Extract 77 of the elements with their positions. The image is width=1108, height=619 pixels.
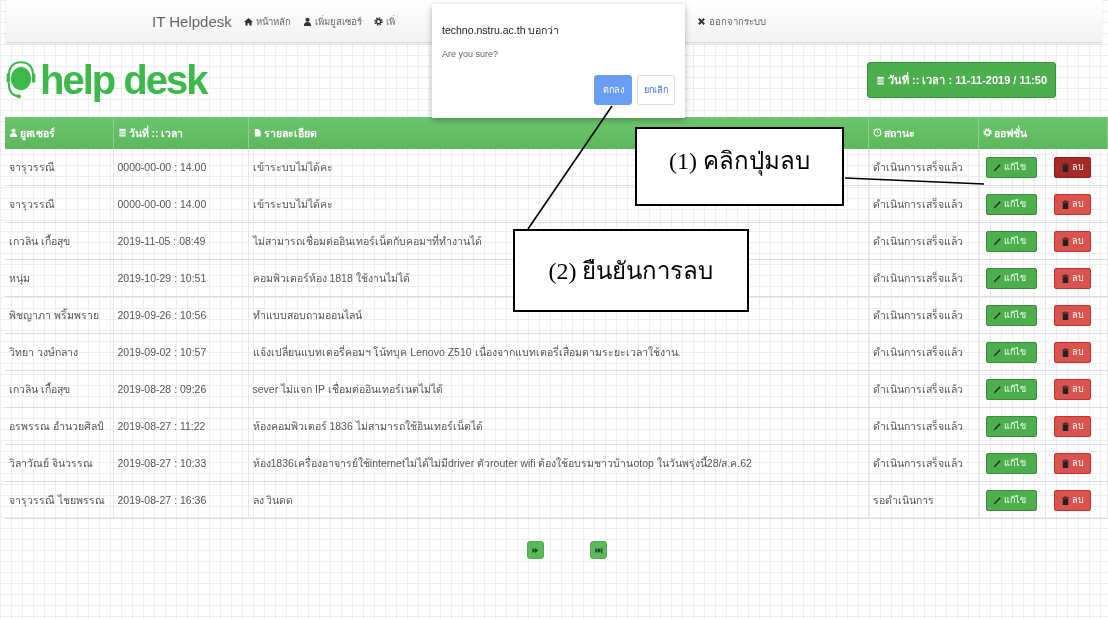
column-header: ยูสเซอร์ <box>5 117 113 149</box>
table-cell: 2019-09-26 : 10:56 <box>117 309 207 321</box>
edit-button[interactable]: แก้ไข <box>986 156 1037 178</box>
table-cell: ห้องคอมพิวเตอร์ 1836 ไม่สามารถใช้อินเทอร์เน็ตได้ <box>252 419 483 432</box>
edit-button[interactable]: แก้ไข <box>986 341 1037 363</box>
delete-button[interactable]: ลบ <box>1053 378 1091 400</box>
table-cell: วิทยา วงษ์กลาง <box>9 345 78 358</box>
table-cell: วิลาวัณย์ จินวรรณ <box>9 456 93 469</box>
nav-link[interactable]: เพิ่มยูสเซอร์ <box>302 13 362 29</box>
table-cell: หนุ่ม <box>9 271 30 284</box>
table-cell: 2019-08-28 : 09:26 <box>117 383 207 395</box>
table-cell: ไม่สามารถเชื่อมต่ออินเทอร์เน็ตกับคอมฯที่ทำงานได้ <box>252 234 482 247</box>
delete-button[interactable]: ลบ <box>1053 156 1091 178</box>
table-cell: ห้อง1836เครื่องอาจารย์ใช้internetไม่ได้ไม่มีdriver ตัวrouter wifi ต้องใช้อบรมชาวบ้านotop ในวันพรุ่งนี้28/ส.ค.62 <box>252 456 752 469</box>
status-text: ดำเนินการเสร็จแล้ว <box>872 345 963 358</box>
edit-button[interactable]: แก้ไข <box>986 304 1037 326</box>
callout-box: (1) คลิกปุ่มลบ <box>635 127 844 206</box>
cancel-button[interactable]: ยกเลิก <box>637 75 675 105</box>
column-header: ออฟชั่น <box>978 117 1108 149</box>
table-cell: จารุวรรณี <box>9 160 55 173</box>
table-cell: เกวลิน เกื้อสุข <box>9 234 70 247</box>
callout-box: (2) ยืนยันการลบ <box>513 229 749 312</box>
table-cell: ลง วินดด <box>252 493 294 506</box>
status-text: ดำเนินการเสร็จแล้ว <box>872 419 963 432</box>
table-cell: 2019-11-05 : 08:49 <box>117 235 206 247</box>
table-cell: ทำแบบสอบถามออนไลน์ <box>252 308 362 321</box>
table-cell: เกวลิน เกื้อสุข <box>9 382 70 395</box>
edit-button[interactable]: แก้ไข <box>986 378 1037 400</box>
table-cell: sever ไม่แจก IP เชื่อมต่ออินเทอร์เนตไม่ได้ <box>252 382 443 395</box>
table-cell: คอมพิวเตอร์ห้อง 1818 ใช้งานไม่ได้ <box>252 271 410 284</box>
edit-button[interactable]: แก้ไข <box>986 267 1037 289</box>
delete-button[interactable]: ลบ <box>1053 452 1091 474</box>
table-cell: 0000-00-00 : 14.00 <box>117 161 207 173</box>
status-text: ดำเนินการเสร็จแล้ว <box>872 234 963 247</box>
delete-button[interactable]: ลบ <box>1053 267 1091 289</box>
status-text: ดำเนินการเสร็จแล้ว <box>872 271 963 284</box>
brand-title[interactable]: IT Helpdesk <box>152 12 232 30</box>
table-cell: จารุวรรณี ไชยพรรณ <box>9 493 105 506</box>
column-header: วันที่ :: เวลา <box>113 117 248 149</box>
table-cell: เข้าระบบไม่ได้คะ <box>252 160 333 173</box>
logo-text: help desk <box>40 57 207 103</box>
table-cell: พิชญาภา พริ้มพราย <box>9 308 99 321</box>
nav-link[interactable]: เพิ่ <box>373 13 395 29</box>
ok-button[interactable]: ตกลง <box>594 75 632 105</box>
table-cell: 2019-09-02 : 10:57 <box>117 346 207 358</box>
edit-button[interactable]: แก้ไข <box>986 193 1037 215</box>
status-text: ดำเนินการเสร็จแล้ว <box>872 382 963 395</box>
status-text: ดำเนินการเสร็จแล้ว <box>872 308 963 321</box>
dialog-message: Are you sure? <box>442 49 500 59</box>
dialog-title: techno.nstru.ac.th บอกว่า <box>442 23 561 38</box>
table-cell: 0000-00-00 : 14.00 <box>117 198 207 210</box>
table-cell: 2019-08-27 : 10:33 <box>117 457 207 469</box>
status-text: ดำเนินการเสร็จแล้ว <box>872 160 963 173</box>
edit-button[interactable]: แก้ไข <box>986 452 1037 474</box>
column-header: สถานะ <box>868 117 978 149</box>
nav-link[interactable]: ออกจากระบบ <box>696 13 766 29</box>
nav-link[interactable]: หน้าหลัก <box>243 13 291 29</box>
delete-button[interactable]: ลบ <box>1053 415 1091 437</box>
delete-button[interactable]: ลบ <box>1053 489 1091 511</box>
edit-button[interactable]: แก้ไข <box>986 230 1037 252</box>
status-text: รอดำเนินการ <box>872 493 934 506</box>
datetime-button[interactable]: วันที่ :: เวลา : 11-11-2019 / 11:50 <box>867 62 1056 98</box>
delete-button[interactable]: ลบ <box>1053 341 1091 363</box>
table-cell: 2019-08-27 : 16:36 <box>117 494 207 506</box>
table-cell: เข้าระบบไม่ได้คะ <box>252 197 333 210</box>
status-text: ดำเนินการเสร็จแล้ว <box>872 456 963 469</box>
table-cell: 2019-10-29 : 10:51 <box>117 272 207 284</box>
edit-button[interactable]: แก้ไข <box>986 489 1037 511</box>
edit-button[interactable]: แก้ไข <box>986 415 1037 437</box>
delete-button[interactable]: ลบ <box>1053 193 1091 215</box>
status-text: ดำเนินการเสร็จแล้ว <box>872 197 963 210</box>
table-cell: 2019-08-27 : 11:22 <box>117 420 206 432</box>
table-cell: แจ้งเปลี่ยนแบทเตอรี่คอมฯ โน้ทบุค Lenovo Z510 เนื่องจากแบทเตอรี่เสื่อมตามระยะเวลาใช้งาน. <box>252 345 681 358</box>
table-cell: จารุวรรณี <box>9 197 55 210</box>
delete-button[interactable]: ลบ <box>1053 304 1091 326</box>
table-cell: อรพรรณ อำนวยศิลป์ <box>9 419 104 432</box>
delete-button[interactable]: ลบ <box>1053 230 1091 252</box>
